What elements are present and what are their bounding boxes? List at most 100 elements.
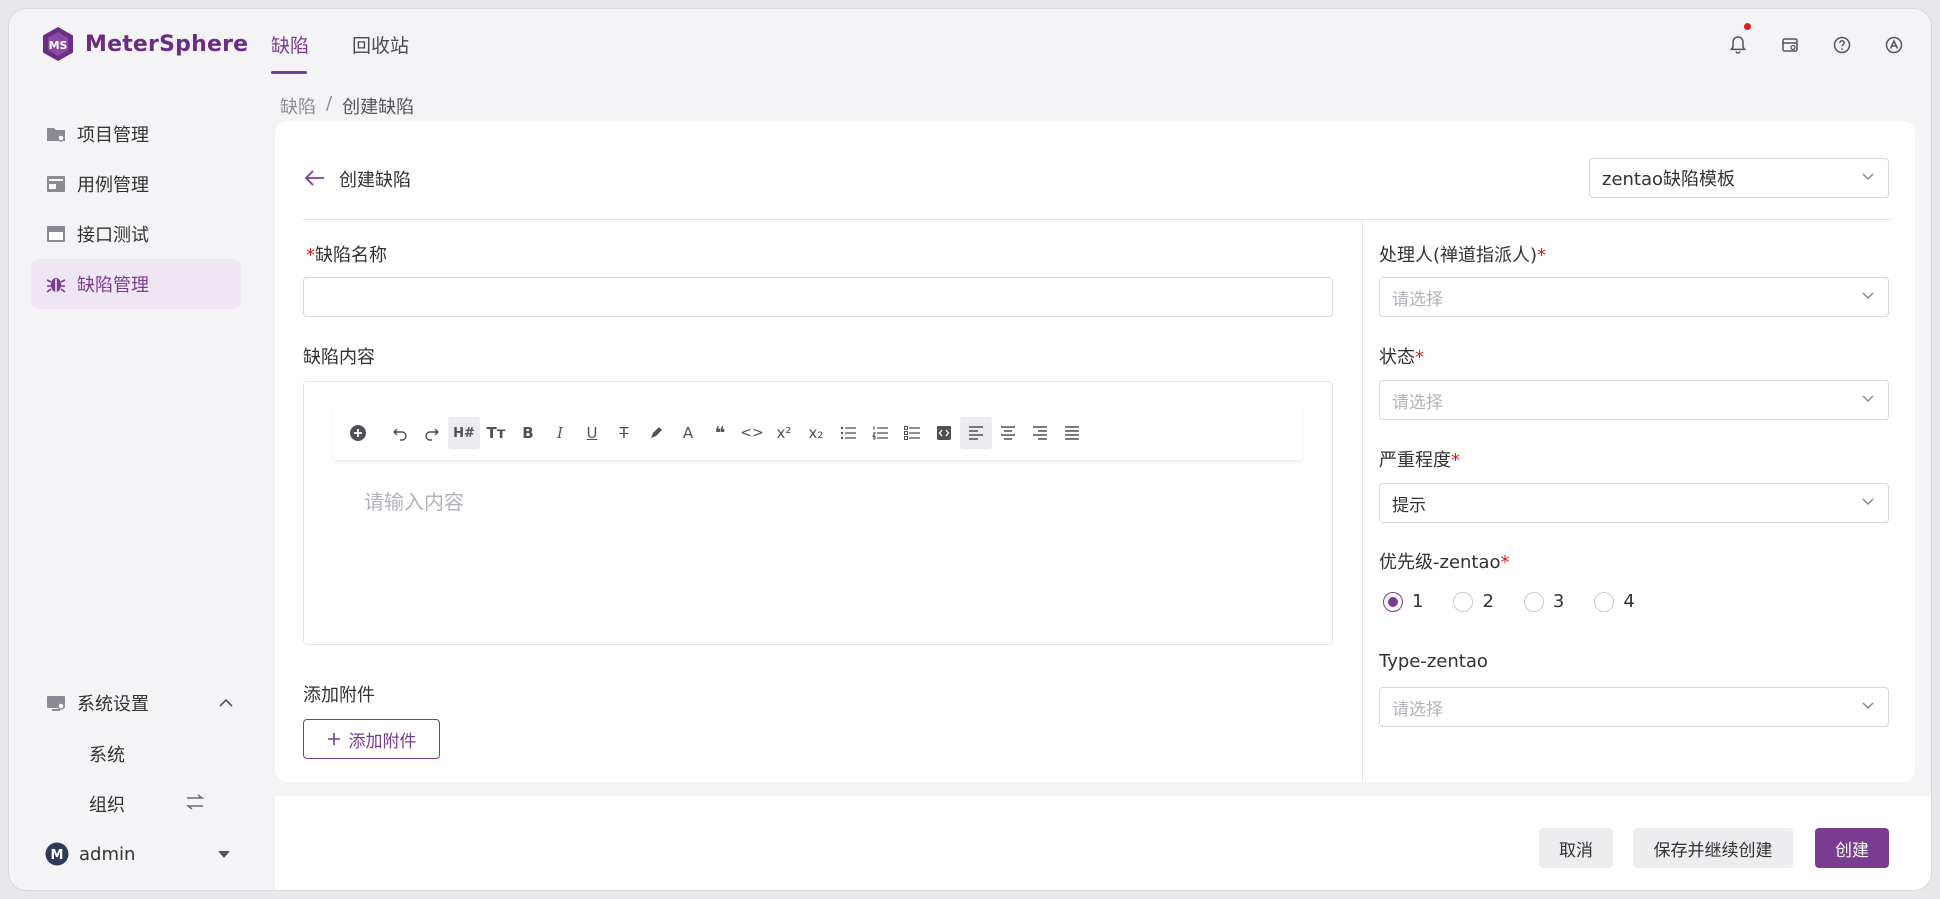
chevron-down-icon	[1862, 702, 1874, 710]
active-tab-indicator	[271, 71, 307, 74]
insert-icon[interactable]	[342, 417, 374, 449]
bug-name-input[interactable]	[303, 277, 1333, 317]
redo-icon[interactable]	[416, 417, 448, 449]
breadcrumb-root[interactable]: 缺陷	[280, 93, 316, 119]
form-header: 创建缺陷 zentao缺陷模板	[275, 121, 1915, 221]
caret-down-icon[interactable]	[217, 850, 231, 859]
template-select-value: zentao缺陷模板	[1602, 169, 1736, 190]
save-and-continue-button[interactable]: 保存并继续创建	[1633, 828, 1793, 868]
svg-text:M: M	[51, 848, 64, 863]
editor-toolbar: H# Tт B I U T A ❝ <> x² x₂	[334, 406, 1302, 460]
status-select[interactable]: 请选择	[1379, 380, 1889, 420]
tab-bugs[interactable]: 缺陷	[271, 31, 309, 58]
sidebar-item-label: 项目管理	[77, 125, 149, 146]
task-center-icon[interactable]	[1778, 33, 1802, 57]
sidebar-sub-system[interactable]: 系统	[89, 741, 125, 767]
case-icon	[47, 176, 65, 192]
tab-recycle-bin[interactable]: 回收站	[352, 31, 409, 58]
status-label: 状态*	[1379, 347, 1424, 368]
user-center-icon[interactable]	[1882, 33, 1906, 57]
priority-radio-4[interactable]: 4	[1594, 591, 1635, 612]
add-attachment-button[interactable]: 添加附件	[303, 719, 440, 759]
priority-radio-3[interactable]: 3	[1523, 591, 1564, 612]
chevron-down-icon	[1862, 395, 1874, 403]
align-right-icon[interactable]	[1024, 417, 1056, 449]
align-justify-icon[interactable]	[1056, 417, 1088, 449]
sidebar-item-label: 接口测试	[77, 225, 149, 246]
chevron-up-icon[interactable]	[219, 698, 233, 707]
plus-icon	[327, 733, 340, 745]
cancel-button[interactable]: 取消	[1539, 828, 1613, 868]
sidebar-item-case[interactable]: 用例管理	[31, 159, 241, 209]
chevron-down-icon	[1862, 292, 1874, 300]
settings-monitor-icon	[47, 696, 65, 711]
column-divider	[1362, 219, 1363, 782]
notification-badge	[1744, 23, 1751, 30]
back-arrow-icon[interactable]	[303, 168, 327, 188]
rich-text-editor[interactable]: H# Tт B I U T A ❝ <> x² x₂ 请输入内容	[303, 381, 1333, 645]
align-center-icon[interactable]	[992, 417, 1024, 449]
username: admin	[79, 843, 136, 865]
priority-radio-2[interactable]: 2	[1453, 591, 1494, 612]
task-list-icon[interactable]	[896, 417, 928, 449]
avatar: M	[45, 842, 69, 866]
quote-icon[interactable]: ❝	[704, 417, 736, 449]
bold-icon[interactable]: B	[512, 417, 544, 449]
form-footer: 取消 保存并继续创建 创建	[275, 796, 1931, 890]
metersphere-logo-icon: MS	[43, 27, 73, 61]
sidebar-item-project[interactable]: 项目管理	[31, 109, 241, 159]
font-color-icon[interactable]: A	[672, 417, 704, 449]
priority-radio-1[interactable]: 1	[1383, 591, 1423, 612]
sidebar-item-label: 缺陷管理	[77, 275, 149, 296]
sidebar-item-bug-management[interactable]: 缺陷管理	[31, 259, 241, 309]
breadcrumb-separator: /	[326, 93, 333, 114]
subscript-icon[interactable]: x₂	[800, 417, 832, 449]
attachment-label: 添加附件	[303, 685, 375, 706]
header-divider	[303, 219, 1891, 220]
editor-placeholder: 请输入内容	[364, 490, 464, 514]
code-icon[interactable]: <>	[736, 417, 768, 449]
top-bar: MS MeterSphere 缺陷 回收站	[9, 9, 1931, 85]
align-left-icon[interactable]	[960, 417, 992, 449]
sidebar-item-api[interactable]: 接口测试	[31, 209, 241, 259]
highlight-icon[interactable]	[640, 417, 672, 449]
type-select[interactable]: 请选择	[1379, 687, 1889, 727]
undo-icon[interactable]	[384, 417, 416, 449]
user-menu[interactable]: M admin	[31, 829, 241, 879]
severity-label: 严重程度*	[1379, 450, 1460, 471]
template-select[interactable]: zentao缺陷模板	[1589, 158, 1889, 198]
bug-content-label: 缺陷内容	[303, 347, 375, 368]
assignee-select[interactable]: 请选择	[1379, 277, 1889, 317]
notification-bell-icon[interactable]	[1726, 33, 1750, 57]
form-title: 创建缺陷	[339, 170, 411, 191]
underline-icon[interactable]: U	[576, 417, 608, 449]
help-icon[interactable]	[1830, 33, 1854, 57]
priority-radio-group: 1 2 3 4	[1383, 591, 1635, 612]
sidebar-item-system-settings[interactable]: 系统设置	[31, 678, 241, 728]
code-block-icon[interactable]	[928, 417, 960, 449]
logo[interactable]: MS MeterSphere	[39, 25, 248, 63]
svg-text:MS: MS	[49, 39, 68, 52]
api-icon	[47, 226, 65, 242]
severity-select[interactable]: 提示	[1379, 483, 1889, 523]
app-window: MS MeterSphere 缺陷 回收站 项目管理 用例管理 接口测试 缺陷管…	[8, 8, 1932, 891]
project-icon	[47, 128, 65, 142]
create-bug-form-card: 创建缺陷 zentao缺陷模板 *缺陷名称 缺陷内容 H# Tт B I U T…	[275, 121, 1915, 782]
switch-icon[interactable]	[185, 793, 205, 811]
bug-icon	[46, 278, 66, 293]
bullet-list-icon[interactable]	[832, 417, 864, 449]
heading-icon[interactable]: H#	[448, 417, 480, 449]
create-button[interactable]: 创建	[1815, 828, 1889, 868]
app-name: MeterSphere	[85, 31, 249, 57]
breadcrumb-current: 创建缺陷	[342, 97, 415, 118]
sidebar-item-label: 系统设置	[77, 694, 149, 715]
strikethrough-icon[interactable]: T	[608, 417, 640, 449]
font-size-icon[interactable]: Tт	[480, 417, 512, 449]
type-label: Type-zentao	[1379, 651, 1488, 672]
superscript-icon[interactable]: x²	[768, 417, 800, 449]
chevron-down-icon	[1862, 173, 1874, 181]
italic-icon[interactable]: I	[544, 417, 576, 449]
ordered-list-icon[interactable]	[864, 417, 896, 449]
bug-name-label: *缺陷名称	[306, 245, 387, 266]
sidebar-sub-organization[interactable]: 组织	[89, 791, 125, 817]
